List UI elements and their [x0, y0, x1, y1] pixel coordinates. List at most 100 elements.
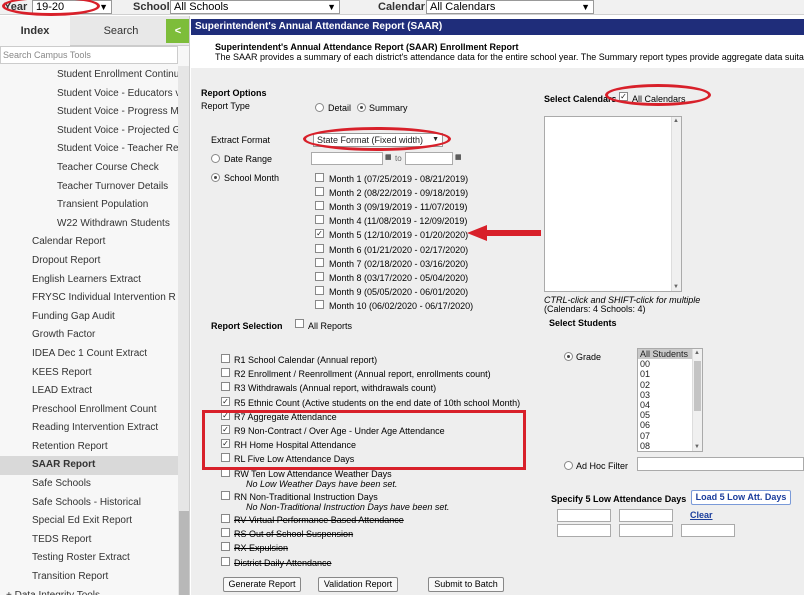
report-checkbox[interactable]: [221, 382, 230, 392]
month-checkbox[interactable]: [315, 187, 324, 197]
report-type-detail-label: Detail: [328, 103, 352, 113]
clear-link[interactable]: Clear: [690, 510, 713, 520]
sidebar-item[interactable]: W22 Withdrawn Students: [0, 215, 178, 234]
sidebar-item[interactable]: Student Voice - Educators v: [0, 85, 178, 104]
grade-radio[interactable]: [564, 352, 573, 361]
all-reports-checkbox[interactable]: [295, 319, 304, 328]
low-day-input-2[interactable]: [619, 509, 673, 522]
month-label: Month 1 (07/25/2019 - 08/21/2019): [329, 174, 469, 184]
report-checkbox[interactable]: [221, 528, 230, 538]
scroll-up-icon[interactable]: ▲: [673, 118, 679, 124]
month-checkbox[interactable]: [315, 173, 324, 182]
low-day-input-1[interactable]: [557, 509, 611, 522]
sidebar-item[interactable]: Safe Schools - Historical: [0, 494, 178, 513]
month-label: Month 4 (11/08/2019 - 12/09/2019): [329, 216, 468, 227]
low-day-input-5[interactable]: [681, 524, 735, 537]
report-checkbox[interactable]: [221, 368, 230, 378]
sidebar-scroll-thumb[interactable]: [179, 511, 189, 595]
school-month-label: School Month: [224, 173, 280, 183]
sidebar-item[interactable]: Student Voice - Progress M: [0, 103, 178, 122]
scroll-up-icon[interactable]: ▲: [694, 350, 700, 356]
calendar-icon[interactable]: ▦: [455, 153, 462, 161]
ad-hoc-filter-radio[interactable]: [564, 461, 573, 470]
calendar-listbox-scrollbar[interactable]: ▲ ▼: [671, 117, 681, 291]
report-checkbox[interactable]: [221, 542, 230, 552]
validation-report-button[interactable]: Validation Report: [318, 577, 398, 592]
sidebar-item[interactable]: Funding Gap Audit: [0, 308, 178, 327]
report-checkbox[interactable]: [221, 514, 230, 523]
grade-scroll-thumb[interactable]: [694, 361, 701, 411]
sidebar-item[interactable]: Testing Roster Extract: [0, 549, 178, 568]
report-type-summary-radio[interactable]: [357, 103, 366, 112]
report-type-detail-radio[interactable]: [315, 103, 324, 112]
calendar-icon[interactable]: ▦: [385, 153, 392, 161]
month-checkbox[interactable]: [315, 229, 324, 239]
sidebar-item[interactable]: Growth Factor: [0, 326, 178, 345]
sidebar-item[interactable]: IDEA Dec 1 Count Extract: [0, 345, 178, 364]
report-type-summary-label: Summary: [369, 103, 408, 113]
school-select[interactable]: All Schools ▼: [170, 0, 340, 14]
grade-listbox-scrollbar[interactable]: ▲ ▼: [692, 349, 702, 451]
main-panel: Superintendent's Annual Attendance Repor…: [191, 16, 804, 595]
date-range-end-input[interactable]: [405, 152, 453, 165]
sidebar-item[interactable]: Preschool Enrollment Count: [0, 401, 178, 420]
month-checkbox[interactable]: [315, 299, 324, 309]
collapse-sidebar-button[interactable]: <: [166, 19, 189, 43]
school-month-radio[interactable]: [211, 173, 220, 182]
month-checkbox[interactable]: [315, 285, 324, 295]
tab-index[interactable]: Index: [0, 16, 70, 46]
report-checkbox[interactable]: [221, 490, 230, 500]
report-checkbox[interactable]: [221, 396, 230, 406]
month-checkbox[interactable]: [315, 215, 324, 225]
load-low-attendance-days-button[interactable]: Load 5 Low Att. Days: [691, 490, 791, 505]
tab-search[interactable]: Search: [78, 16, 164, 46]
sidebar-item[interactable]: Retention Report: [0, 438, 178, 457]
date-range-start-input[interactable]: [311, 152, 383, 165]
month-checkbox[interactable]: [315, 257, 324, 267]
sidebar-item[interactable]: Student Voice - Projected G: [0, 122, 178, 141]
sidebar-item[interactable]: SAAR Report: [0, 456, 178, 476]
low-day-input-3[interactable]: [557, 524, 611, 537]
sidebar-item[interactable]: Teacher Turnover Details: [0, 178, 178, 197]
scroll-down-icon[interactable]: ▼: [694, 444, 700, 450]
month-label: Month 5 (12/10/2019 - 01/20/2020): [329, 230, 469, 241]
sidebar-item[interactable]: FRYSC Individual Intervention R: [0, 289, 178, 308]
month-checkbox[interactable]: [315, 271, 324, 281]
report-label: R3 Withdrawals (Annual report, withdrawa…: [234, 383, 437, 394]
submit-to-batch-button[interactable]: Submit to Batch: [428, 577, 504, 592]
sidebar-item[interactable]: Student Voice - Teacher Re: [0, 140, 178, 159]
sidebar-item[interactable]: Reading Intervention Extract: [0, 419, 178, 438]
school-select-value: All Schools: [174, 1, 229, 13]
sidebar-item[interactable]: LEAD Extract: [0, 382, 178, 401]
calendar-select[interactable]: All Calendars ▼: [426, 0, 594, 14]
sidebar-scrollbar[interactable]: [178, 66, 189, 595]
sidebar-item[interactable]: Calendar Report: [0, 233, 178, 252]
month-label: Month 7 (02/18/2020 - 03/16/2020): [329, 258, 469, 269]
sidebar-item[interactable]: English Learners Extract: [0, 271, 178, 290]
sidebar-item[interactable]: Special Ed Exit Report: [0, 512, 178, 531]
calendar-counts: (Calendars: 4 Schools: 4): [544, 304, 646, 314]
month-checkbox[interactable]: [315, 201, 324, 211]
low-day-input-4[interactable]: [619, 524, 673, 537]
sidebar-item[interactable]: Transition Report: [0, 568, 178, 587]
calendar-select-value: All Calendars: [430, 1, 496, 13]
annotation-reports-rect: [202, 410, 526, 470]
sidebar-item[interactable]: KEES Report: [0, 364, 178, 383]
calendar-listbox[interactable]: ▲ ▼: [544, 116, 682, 292]
sidebar-item[interactable]: Transient Population: [0, 196, 178, 215]
sidebar-search-input[interactable]: Search Campus Tools: [0, 46, 178, 64]
sidebar-item[interactable]: Student Enrollment Continu: [0, 66, 178, 85]
sidebar-item[interactable]: Dropout Report: [0, 252, 178, 271]
report-checkbox[interactable]: [221, 556, 230, 566]
grade-listbox[interactable]: All Students 00 01 02 03 04 05 06 07 08 ▲ ▼: [637, 348, 703, 452]
report-checkbox[interactable]: [221, 354, 230, 363]
sidebar-item[interactable]: Safe Schools: [0, 475, 178, 494]
sidebar-item[interactable]: + Data Integrity Tools: [0, 587, 178, 595]
sidebar-item[interactable]: Teacher Course Check: [0, 159, 178, 178]
scroll-down-icon[interactable]: ▼: [673, 284, 679, 290]
generate-report-button[interactable]: Generate Report: [223, 577, 301, 592]
date-range-radio[interactable]: [211, 154, 220, 163]
ad-hoc-filter-select[interactable]: [637, 457, 804, 471]
sidebar-item[interactable]: TEDS Report: [0, 531, 178, 550]
month-checkbox[interactable]: [315, 243, 324, 253]
